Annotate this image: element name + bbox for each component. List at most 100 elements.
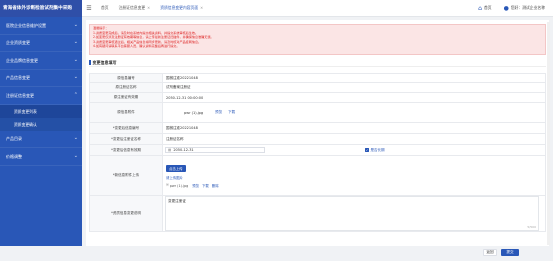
chevron-down-icon: ⌄ — [73, 39, 78, 45]
close-icon[interactable]: ✕ — [200, 6, 203, 10]
sidebar-item-label: 医院企业信息维护设置 — [6, 22, 46, 28]
form-row: *变更后信息有效期 ▦ 2050-12-31 ✓ 是否长期 — [89, 145, 546, 156]
sidebar-item-catalog[interactable]: 产品目录 ⌄ — [0, 131, 82, 148]
change-form: 原信息编号 国械注准20221048 原注册证名称 试剂备案注册证 原注册证有效… — [89, 73, 546, 232]
sidebar-item-label: 注册证信息变更 — [6, 92, 34, 98]
download-link[interactable]: 下载 — [228, 110, 235, 115]
section-title: 变更信息填写 — [92, 59, 117, 65]
section-header: 变更信息填写 — [89, 59, 546, 67]
sidebar-item-qualification[interactable]: 企业资质变更 ⌄ — [0, 35, 82, 52]
upload-button[interactable]: 点击上传 — [166, 164, 186, 172]
date-input[interactable]: ▦ 2050-12-31 — [165, 147, 265, 153]
form-row: *变更后注册证名称 注册证名称 — [89, 134, 546, 145]
form-row: 原注册证有效期 2050-12-31 00:00:00 — [89, 93, 546, 103]
field-label: *变更后信息有效期 — [90, 145, 163, 155]
tab-label: 资质信息变更内容页面 — [160, 5, 199, 10]
sidebar-item-label: 价格调整 — [6, 153, 22, 159]
home-icon: ⌂ — [478, 4, 482, 12]
field-value: 2050-12-31 00:00:00 — [166, 95, 204, 100]
field-label: *资质信息变更说明 — [90, 196, 163, 231]
form-row: 原注册证名称 试剂备案注册证 — [89, 83, 546, 93]
sidebar-item-label: 产品目录 — [6, 136, 22, 141]
file-name: pwr (1).jpg — [169, 183, 189, 188]
tab-label: 注册证信息变更 — [118, 5, 146, 10]
preview-link[interactable]: 预览 — [192, 183, 199, 188]
uploaded-file: 🗎 pwr (1).jpg 预览 下载 删除 — [166, 183, 219, 189]
field-label: 原信息编号 — [90, 74, 163, 82]
main-content: 温馨提示： 1.资质变更完成后，请及时在系统内提交相关资料，并提交系统审核后生效… — [86, 20, 549, 246]
chevron-down-icon: ⌄ — [73, 21, 78, 28]
change-description-textarea[interactable]: 变更注册证 5/500 — [165, 196, 539, 231]
sidebar-item-label: 企业资质变更 — [6, 40, 30, 45]
checkbox-checked-icon: ✓ — [365, 148, 369, 152]
sidebar-subitem-change-confirm[interactable]: 资质变更确认 — [0, 117, 82, 131]
field-value: 变更注册证 5/500 — [163, 196, 545, 231]
user-icon: ● — [503, 4, 509, 12]
footer-bar — [0, 246, 553, 261]
sidebar-subitem-change-list[interactable]: 资质变更列表 — [0, 104, 82, 118]
user-menu[interactable]: ● 您好：测试企业名称 — [504, 5, 545, 12]
calendar-icon: ▦ — [168, 148, 172, 152]
user-label: 您好：测试企业名称 — [510, 5, 545, 10]
tab-label: 首页 — [101, 5, 109, 10]
field-label: 原注册证有效期 — [90, 93, 163, 102]
field-value[interactable]: 国械注准20221048 — [163, 123, 545, 133]
download-link[interactable]: 下载 — [202, 183, 209, 188]
field-label: *变更后注册证名称 — [90, 134, 163, 144]
chevron-down-icon: ⌄ — [73, 152, 78, 159]
user-area: ⌂ 首页 ● 您好：测试企业名称 — [466, 5, 553, 12]
file-name: pwr (1).jpg — [184, 110, 204, 115]
upload-tip: 请上传图片 — [166, 175, 183, 180]
sidebar-item-price[interactable]: 价格调整 ⌄ — [0, 148, 82, 166]
textarea-value: 变更注册证 — [168, 198, 186, 203]
top-bar: ☰ 首页 注册证信息变更 ✕ 资质信息变更内容页面 ✕ ⌂ 首页 ● 您好：测试企业名称 — [82, 0, 553, 17]
sidebar-item-hospital-settings[interactable]: 医院企业信息维护设置 ⌄ — [0, 17, 82, 35]
chevron-up-icon: ⌃ — [73, 91, 78, 98]
field-label: *变更后信息编号 — [90, 123, 163, 133]
field-value: pwr (1).jpg 预览 下载 — [163, 103, 545, 122]
sidebar-item-registration[interactable]: 注册证信息变更 ⌃ — [0, 87, 82, 105]
form-row: *新信息附件上传 点击上传 请上传图片 🗎 pwr (1).jpg 预览 下载 … — [89, 156, 546, 196]
tab-registration-change[interactable]: 注册证信息变更 ✕ — [114, 0, 156, 17]
scrollbar[interactable] — [547, 22, 550, 245]
field-value: 试剂备案注册证 — [166, 85, 191, 89]
sidebar-item-label: 企业品牌信息变更 — [6, 57, 38, 63]
field-label: 原信息附件 — [90, 103, 163, 122]
back-button[interactable]: 返回 — [483, 249, 497, 256]
notice-box: 温馨提示： 1.资质变更完成后，请及时在系统内提交相关资料，并提交系统审核后生效… — [89, 24, 546, 55]
home-label: 首页 — [483, 5, 492, 10]
form-row: 原信息附件 pwr (1).jpg 预览 下载 — [89, 103, 546, 123]
field-value: ▦ 2050-12-31 ✓ 是否长期 — [163, 145, 545, 155]
notice-line: 4.如有疑问请联系平台客服人员，确认资料完整后再进行提交。 — [93, 44, 180, 49]
section-bar — [89, 60, 91, 65]
form-row: 原信息编号 国械注准20221048 — [89, 73, 546, 83]
char-counter: 5/500 — [527, 225, 536, 229]
sidebar-item-label: 产品信息变更 — [6, 75, 30, 80]
field-value: 国械注准20221048 — [166, 75, 198, 80]
form-row: *变更后信息编号 国械注准20221048 — [89, 123, 546, 134]
sidebar-item-brand[interactable]: 企业品牌信息变更 ⌄ — [0, 52, 82, 70]
date-value: 2050-12-31 — [173, 148, 194, 152]
submit-button[interactable]: 提交 — [501, 249, 519, 256]
sidebar-item-product[interactable]: 产品信息变更 ⌄ — [0, 70, 82, 87]
app-title: 青海省体外诊断检验试剂集中采购 — [0, 0, 82, 17]
chevron-down-icon: ⌄ — [73, 135, 78, 141]
preview-link[interactable]: 预览 — [215, 110, 222, 115]
delete-link[interactable]: 删除 — [212, 183, 219, 188]
tab-home[interactable]: 首页 — [96, 0, 114, 17]
long-term-checkbox[interactable]: ✓ 是否长期 — [365, 148, 385, 153]
form-row: *资质信息变更说明 变更注册证 5/500 — [89, 196, 546, 232]
home-link[interactable]: ⌂ 首页 — [478, 5, 491, 12]
menu-toggle-icon[interactable]: ☰ — [82, 5, 96, 12]
tab-bar: 首页 注册证信息变更 ✕ 资质信息变更内容页面 ✕ — [96, 0, 208, 17]
field-label: 原注册证名称 — [90, 83, 163, 92]
file-icon: 🗎 — [166, 182, 169, 187]
checkbox-label: 是否长期 — [370, 147, 385, 152]
upload-area: 点击上传 请上传图片 🗎 pwr (1).jpg 预览 下载 删除 — [163, 156, 545, 195]
sidebar: 青海省体外诊断检验试剂集中采购 医院企业信息维护设置 ⌄ 企业资质变更 ⌄ 企业品牌… — [0, 0, 82, 261]
field-label: *新信息附件上传 — [90, 156, 163, 195]
close-icon[interactable]: ✕ — [147, 6, 150, 10]
chevron-down-icon: ⌄ — [73, 74, 78, 80]
tab-change-content[interactable]: 资质信息变更内容页面 ✕ — [155, 0, 208, 17]
field-value[interactable]: 注册证名称 — [163, 134, 545, 144]
